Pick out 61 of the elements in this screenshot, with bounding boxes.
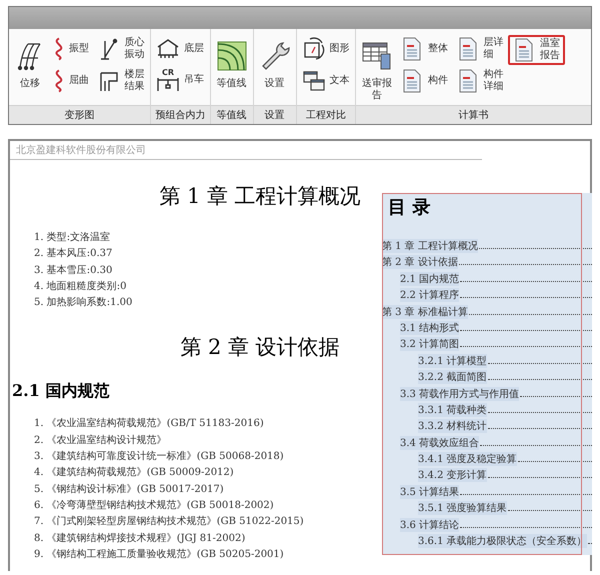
group-label: 变形图 xyxy=(9,105,150,124)
toc-title: 目 录 xyxy=(388,196,432,219)
chapter-heading: 第 1 章 工程计算概况 xyxy=(159,183,361,210)
group-label: 计算书 xyxy=(356,105,591,124)
toc-entry[interactable]: 3.2.2 截面简图 xyxy=(418,370,487,384)
ribbon-button[interactable]: 文本 xyxy=(298,67,353,95)
group-label: 等值线 xyxy=(210,105,252,124)
toc-entry[interactable]: 3.4.1 强度及稳定验算 xyxy=(418,452,517,466)
ribbon-button[interactable]: CR 吊车 xyxy=(153,67,208,93)
list-item: 7. 《门式刚架轻型房屋钢结构技术规范》(GB 51022-2015) xyxy=(34,514,304,530)
toc-entry[interactable]: 第 2 章 设计依据 xyxy=(382,255,458,270)
ribbon-button[interactable]: 层详细 xyxy=(452,35,507,63)
list-item: 3. 基本雪压:0.30 xyxy=(34,264,112,278)
list-item: 5. 加热影响系数:1.00 xyxy=(34,296,132,310)
section-heading: 2.1 国内规范 xyxy=(12,381,110,402)
ribbon-button[interactable]: 位移 xyxy=(11,35,49,92)
ribbon-button[interactable]: 底层 xyxy=(153,35,208,63)
ribbon-button[interactable]: 等值线 xyxy=(212,35,250,92)
ribbon-button[interactable]: 设置 xyxy=(256,35,294,92)
list-item: 9. 《钢结构工程施工质量验收规范》(GB 50205-2001) xyxy=(34,548,284,562)
list-item: 2. 《农业温室结构设计规范》 xyxy=(34,434,167,448)
ribbon-button[interactable]: 图形 xyxy=(298,35,353,63)
toc-entry[interactable]: 3.6 计算结论 xyxy=(400,518,460,532)
ribbon-button[interactable]: 屈曲 xyxy=(50,67,92,95)
toc-entry[interactable]: 3.2.1 计算模型 xyxy=(418,354,487,368)
page-header: 北京盈建科软件股份有限公司 xyxy=(10,141,482,160)
list-item: 6. 《冷弯薄壁型钢结构技术规范》(GB 50018-2002) xyxy=(34,498,274,513)
toc-entry[interactable]: 3.4.2 变形计算 xyxy=(418,468,487,482)
toc-entry[interactable]: 3.5.1 强度验算结果 xyxy=(418,501,507,516)
list-item: 4. 《建筑结构荷载规范》(GB 50009-2012) xyxy=(34,466,234,480)
ribbon-button[interactable]: 构件详细 xyxy=(452,67,507,95)
group-label: 工程对比 xyxy=(296,105,355,124)
toc-entry[interactable]: 2.1 国内规范 xyxy=(400,272,460,286)
ribbon-button[interactable]: 构件 xyxy=(397,67,452,95)
toc-entry[interactable]: 3.3.2 材料统计 xyxy=(418,419,487,434)
ribbon-button[interactable]: 振型 xyxy=(50,35,92,63)
list-item: 3. 《建筑结构可靠度设计统一标准》(GB 50068-2018) xyxy=(34,450,284,464)
ribbon-button[interactable]: 整体 xyxy=(397,35,452,63)
chapter-heading: 第 2 章 设计依据 xyxy=(180,334,340,362)
ribbon-button[interactable]: 温室报告 xyxy=(508,35,565,65)
toc-entry[interactable]: 第 3 章 标准榀计算 xyxy=(382,304,468,319)
list-item: 2. 基本风压:0.37 xyxy=(34,246,112,262)
toc-entry[interactable]: 3.6.1 承载能力极限状态（安全系数） xyxy=(418,534,587,548)
toc-entry[interactable]: 3.4 荷载效应组合 xyxy=(400,436,480,450)
toc-entry[interactable]: 3.3 荷载作用方式与作用值 xyxy=(400,386,520,401)
toc-entry[interactable]: 第 1 章 工程计算概况 xyxy=(382,239,478,253)
toc-entry[interactable]: 3.3.1 荷载种类 xyxy=(418,402,487,417)
list-item: 5. 《钢结构设计标准》(GB 50017-2017) xyxy=(34,482,224,497)
toc-entry[interactable]: 3.2 计算简图 xyxy=(400,337,460,352)
group-label: 预组合内力 xyxy=(151,105,210,124)
list-item: 1. 类型:文洛温室 xyxy=(34,230,110,245)
ribbon-button[interactable]: 质心振动 xyxy=(94,35,148,63)
list-item: 4. 地面粗糙度类别:0 xyxy=(34,280,126,294)
toc-entry[interactable]: 2.2 计算程序 xyxy=(400,288,460,302)
ribbon-button[interactable]: 楼层结果 xyxy=(94,67,148,95)
toc-entry[interactable]: 3.1 结构形式 xyxy=(400,320,460,335)
list-item: 1. 《农业温室结构荷载规范》(GB/T 51183-2016) xyxy=(34,416,264,432)
group-label: 设置 xyxy=(254,105,296,124)
list-item: 8. 《建筑钢结构焊接技术规程》(JGJ 81-2002) xyxy=(34,532,246,546)
ribbon-button[interactable]: 送审报告 xyxy=(358,35,396,104)
toc-entry[interactable]: 3.5 计算结果 xyxy=(400,484,460,499)
